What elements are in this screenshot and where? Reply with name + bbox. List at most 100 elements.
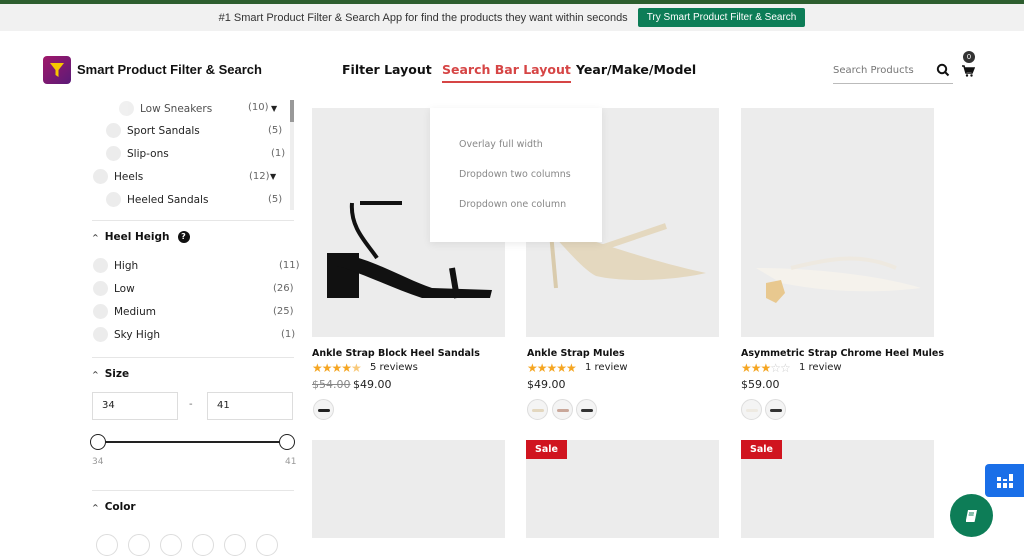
rating-stars: ★★★☆☆ [741,361,791,375]
filter-option-heels[interactable]: Heels [93,169,143,184]
variant-swatch[interactable] [313,399,334,420]
cart-icon[interactable] [961,64,975,78]
option-label: Medium [114,305,156,318]
review-count[interactable]: 1 review [799,362,842,373]
color-swatch[interactable] [192,534,214,556]
slider-max-label: 41 [285,457,297,467]
bar-chart-icon [996,473,1013,488]
radio[interactable] [106,192,121,207]
filter-scrollbar[interactable] [290,100,294,210]
variant-swatch[interactable] [741,399,762,420]
size-section-toggle[interactable]: ^ Size [92,368,129,380]
radio[interactable] [93,281,108,296]
option-count: (12) [249,171,270,182]
product-title[interactable]: Ankle Strap Block Heel Sandals [312,348,480,359]
try-app-button[interactable]: Try Smart Product Filter & Search [637,8,806,27]
radio[interactable] [106,123,121,138]
option-count: (1) [271,148,286,159]
book-icon [965,509,977,522]
product-image[interactable] [312,440,505,538]
expand-caret-icon[interactable]: ▼ [270,172,276,181]
radio[interactable] [93,258,108,273]
brand-name[interactable]: Smart Product Filter & Search [77,62,262,77]
option-count: (5) [268,125,283,136]
original-price: $54.00 [312,378,351,391]
option-label: Sport Sandals [127,124,200,137]
variant-swatch[interactable] [576,399,597,420]
size-slider-min-handle[interactable] [90,434,106,450]
help-icon[interactable]: ? [177,231,190,243]
option-count: (10) [248,102,269,113]
product-image[interactable]: Sale [526,440,719,538]
heel-height-section-toggle[interactable]: ^ Heel Heigh? [92,231,190,243]
radio[interactable] [119,101,134,116]
analytics-widget-button[interactable] [985,464,1024,497]
nav-filter-layout[interactable]: Filter Layout [342,62,432,77]
filter-option-high[interactable]: High [93,258,138,273]
filter-option-sky-high[interactable]: Sky High [93,327,160,342]
section-title: Heel Heigh [104,231,170,243]
option-count: (25) [273,306,294,317]
color-swatch[interactable] [160,534,182,556]
sale-price: $49.00 [353,378,392,391]
search-box [833,58,953,84]
scrollbar-thumb[interactable] [290,100,294,122]
review-count[interactable]: 5 reviews [370,362,418,373]
filter-option-heeled-sandals[interactable]: Heeled Sandals [106,192,208,207]
variant-swatch[interactable] [552,399,573,420]
color-swatch[interactable] [96,534,118,556]
nav-year-make-model[interactable]: Year/Make/Model [576,62,696,77]
product-image[interactable] [741,108,934,337]
product-title[interactable]: Asymmetric Strap Chrome Heel Mules [741,348,944,359]
help-docs-button[interactable] [950,494,993,537]
option-label: High [114,259,139,272]
option-count: (11) [279,260,300,271]
radio[interactable] [106,146,121,161]
divider [92,220,294,221]
dropdown-item-dropdown-two-columns[interactable]: Dropdown two columns [459,169,571,180]
size-slider-max-handle[interactable] [279,434,295,450]
radio[interactable] [93,169,108,184]
divider [92,490,294,491]
filter-option-medium[interactable]: Medium [93,304,156,319]
variant-swatch[interactable] [527,399,548,420]
rating-stars: ★★★★★ [312,361,362,375]
section-title: Size [104,368,130,380]
option-label: Slip-ons [127,147,169,160]
color-swatch[interactable] [128,534,150,556]
color-swatch[interactable] [224,534,246,556]
filter-option-sport-sandals[interactable]: Sport Sandals [106,123,200,138]
product-title[interactable]: Ankle Strap Mules [527,348,625,359]
nav-search-bar-layout[interactable]: Search Bar Layout [442,62,571,83]
price: $59.00 [741,378,780,391]
brand-logo[interactable] [43,56,71,84]
dropdown-item-dropdown-one-column[interactable]: Dropdown one column [459,199,566,210]
option-label: Low Sneakers [140,102,213,115]
filter-option-low[interactable]: Low [93,281,135,296]
option-count: (1) [281,329,296,340]
color-section-toggle[interactable]: ^ Color [92,501,136,513]
option-label: Heels [114,170,144,183]
search-bar-layout-dropdown: Overlay full width Dropdown two columns … [430,108,602,242]
slider-min-label: 34 [92,457,104,467]
filter-option-low-sneakers[interactable]: Low Sneakers [119,101,212,116]
review-count[interactable]: 1 review [585,362,628,373]
radio[interactable] [93,327,108,342]
size-max-input[interactable]: 41 [207,392,293,420]
radio[interactable] [93,304,108,319]
size-min-input[interactable]: 34 [92,392,178,420]
color-swatch[interactable] [256,534,278,556]
divider [92,357,294,358]
option-label: Sky High [114,328,161,341]
variant-swatch[interactable] [765,399,786,420]
dropdown-item-overlay-full-width[interactable]: Overlay full width [459,139,543,150]
filter-option-slip-ons[interactable]: Slip-ons [106,146,169,161]
announcement-bar: #1 Smart Product Filter & Search App for… [0,4,1024,31]
search-icon[interactable] [936,63,950,77]
size-slider-track[interactable] [98,441,286,443]
expand-caret-icon[interactable]: ▼ [271,104,277,113]
search-input[interactable] [833,58,933,83]
cart-count-badge: 0 [963,51,975,63]
product-image[interactable]: Sale [741,440,934,538]
option-label: Low [114,282,135,295]
